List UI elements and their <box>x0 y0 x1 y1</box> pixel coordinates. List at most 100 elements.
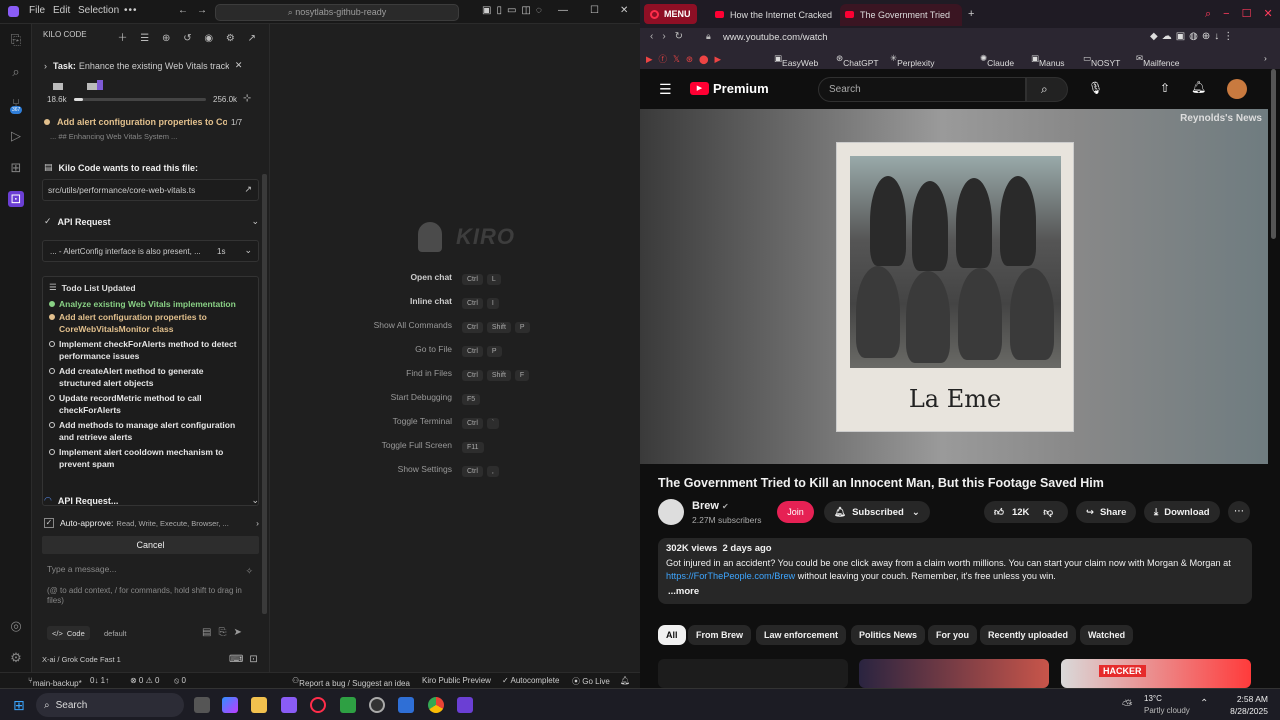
notifications-icon[interactable]: 🔔︎ <box>1191 80 1206 94</box>
upload-icon[interactable]: ⇧ <box>1160 81 1170 95</box>
kilo-code-icon[interactable]: ⊡ <box>8 191 24 207</box>
bookmarks-overflow-icon[interactable]: › <box>1264 53 1267 63</box>
bookmark-perplexity[interactable]: ✳ Perplexity <box>890 53 934 68</box>
voice-search-icon[interactable]: 🎙︎ <box>1088 81 1103 95</box>
file-explorer-icon[interactable] <box>251 697 267 713</box>
shortcut-label[interactable]: Inline chat <box>410 296 452 306</box>
auto-approve-checkbox[interactable]: ✓ <box>44 518 54 528</box>
filter-chip[interactable]: Watched <box>1080 625 1134 645</box>
menu-edit[interactable]: Edit <box>53 5 70 16</box>
sync-status[interactable]: 0↓ 1↑ <box>90 676 109 685</box>
bookmark-manus[interactable]: ▣ Manus <box>1031 53 1065 68</box>
tab-internet-cracked[interactable]: How the Internet Cracked <box>710 4 836 26</box>
taskbar-search[interactable]: ⌕ Search <box>36 693 184 717</box>
channel-name[interactable]: Brew ✔ <box>692 500 729 512</box>
bookmark-easyweb[interactable]: ▣ EasyWeb <box>774 53 818 68</box>
chrome-icon[interactable] <box>428 697 444 713</box>
back-arrow-icon[interactable]: ← <box>178 5 188 16</box>
filter-chip[interactable]: Law enforcement <box>756 625 847 645</box>
opera-menu-button[interactable]: MENU <box>644 4 697 24</box>
menu-file[interactable]: File <box>29 5 45 16</box>
bookmark-site-icons[interactable]: ▶ⓕ𝕏⊛⬤▶ <box>646 53 727 65</box>
recommended-video-thumb[interactable]: HACKER <box>1061 659 1251 688</box>
api-request-header[interactable]: ✓ API Request ⌄ <box>44 216 259 227</box>
subscribed-button[interactable]: 🔔︎ Subscribed ⌄ <box>824 501 930 523</box>
input-actions-icons[interactable]: ▤⎘➤ <box>202 627 249 638</box>
message-input[interactable]: Type a message... ✧ (@ to add context, /… <box>42 558 259 614</box>
run-debug-icon[interactable]: ▷ <box>8 128 24 144</box>
video-player[interactable]: Reynolds's News La Eme <box>640 109 1268 464</box>
youtube-premium-logo[interactable]: ▶ Premium <box>690 81 769 96</box>
filter-chip[interactable]: Politics News <box>851 625 926 645</box>
api-request-pending[interactable]: ◠ API Request... ⌄ <box>44 495 259 506</box>
task-view-icon[interactable] <box>194 697 210 713</box>
layout-icons[interactable]: ▣▯▭◫◌ <box>482 5 547 16</box>
ports-status[interactable]: ⦸ 0 <box>174 676 186 686</box>
account-icon[interactable]: ◎ <box>8 618 24 634</box>
shortcut-label[interactable]: Open chat <box>410 272 452 282</box>
extension-icons[interactable]: ◆☁▣◍⊕↓⋮ <box>1150 31 1237 42</box>
nav-buttons[interactable]: ‹›↻ <box>650 31 692 42</box>
explorer-icon[interactable]: ⎘ <box>8 32 24 48</box>
settings-gear-icon[interactable]: ⚙ <box>8 650 24 666</box>
system-tray-chevron-icon[interactable]: ⌃ <box>1200 698 1208 709</box>
bookmark-mailfence[interactable]: ✉ Mailfence <box>1136 53 1180 68</box>
tab-government-tried[interactable]: The Government Tried <box>840 4 962 26</box>
youtube-search-button[interactable]: ⌕ <box>1026 77 1068 102</box>
join-button[interactable]: Join <box>777 501 814 523</box>
task-header[interactable]: › Task: Enhance the existing Web Vitals … <box>44 60 259 71</box>
window-controls[interactable]: ⌕−☐✕ <box>1205 7 1280 21</box>
like-dislike-button[interactable]: 👍︎ 12K 👎︎ <box>984 501 1068 523</box>
bookmark-chatgpt[interactable]: ⊛ ChatGPT <box>836 53 879 68</box>
minimize-icon[interactable]: — <box>558 5 568 16</box>
autocomplete-status[interactable]: ✓ Autocomplete <box>502 676 559 685</box>
open-external-icon[interactable]: ↗ <box>244 184 252 195</box>
current-todo[interactable]: Add alert configuration properties to Co… <box>44 117 259 127</box>
terminal-icon[interactable] <box>340 697 356 713</box>
go-live-status[interactable]: ⦿ Go Live <box>572 676 610 687</box>
cancel-button[interactable]: Cancel <box>42 536 259 554</box>
shortcut-label[interactable]: Show Settings <box>398 464 452 474</box>
shortcut-label[interactable]: Toggle Full Screen <box>382 440 452 450</box>
more-link[interactable]: ...more <box>668 586 699 597</box>
search-sidebar-icon[interactable]: ⌕ <box>8 64 24 80</box>
auto-approve-row[interactable]: ✓ Auto-approve: Read, Write, Execute, Br… <box>44 518 259 528</box>
shortcut-label[interactable]: Start Debugging <box>391 392 452 402</box>
shortcut-label[interactable]: Toggle Terminal <box>393 416 452 426</box>
mode-selector[interactable]: </> Code <box>47 626 90 640</box>
forward-arrow-icon[interactable]: → <box>197 5 207 16</box>
filter-chip[interactable]: Recently uploaded <box>980 625 1077 645</box>
file-path-card[interactable]: src/utils/performance/core-web-vitals.ts… <box>42 179 259 201</box>
bookmark-claude[interactable]: ✺ Claude <box>980 53 1014 68</box>
notes-icon[interactable] <box>398 697 414 713</box>
avatar[interactable] <box>1227 79 1247 99</box>
clock-time[interactable]: 2:58 AM <box>1210 694 1268 704</box>
report-bug-status[interactable]: ⚇ Report a bug / Suggest an idea <box>292 676 410 688</box>
enhance-prompt-icon[interactable]: ✧ <box>245 566 253 577</box>
bookmark-nosyt[interactable]: ▭ NOSYT <box>1083 53 1120 68</box>
maximize-icon[interactable]: ☐ <box>590 5 599 16</box>
recommended-video-thumb[interactable] <box>859 659 1049 688</box>
notifications-bell-icon[interactable]: 🔔︎ <box>620 676 630 685</box>
filter-chip[interactable]: All <box>658 625 686 645</box>
channel-avatar[interactable] <box>658 499 684 525</box>
profile-selector[interactable]: default <box>104 626 127 640</box>
kiro-preview-status[interactable]: Kiro Public Preview <box>422 676 491 685</box>
share-button[interactable]: ↪ Share <box>1076 501 1137 523</box>
download-button[interactable]: ⤓ Download <box>1144 501 1220 523</box>
menu-selection[interactable]: Selection <box>78 5 119 16</box>
command-search-input[interactable]: ⌕ nosytlabs-github-ready <box>215 4 459 21</box>
more-actions-icon[interactable]: ⋯ <box>1228 501 1250 523</box>
api-request-card[interactable]: ... - AlertConfig interface is also pres… <box>42 240 259 262</box>
panel-toolbar-icons[interactable]: ＋ ☰ ⊕ ↺ ◉ ⚙ ↗ <box>118 28 261 50</box>
expand-chevron-icon[interactable]: ⌄ <box>244 245 252 256</box>
youtube-search-input[interactable]: Search <box>818 77 1026 102</box>
more-menu-icon[interactable]: ••• <box>124 5 138 16</box>
app-icon[interactable] <box>281 697 297 713</box>
recommended-video-thumb[interactable] <box>658 659 848 688</box>
extensions-icon[interactable]: ⊞ <box>8 160 24 176</box>
weather-icon[interactable]: ⛅︎ <box>1122 697 1132 713</box>
copilot-icon[interactable] <box>222 697 238 713</box>
clock-date[interactable]: 8/28/2025 <box>1210 706 1268 716</box>
new-tab-icon[interactable]: + <box>968 8 974 20</box>
